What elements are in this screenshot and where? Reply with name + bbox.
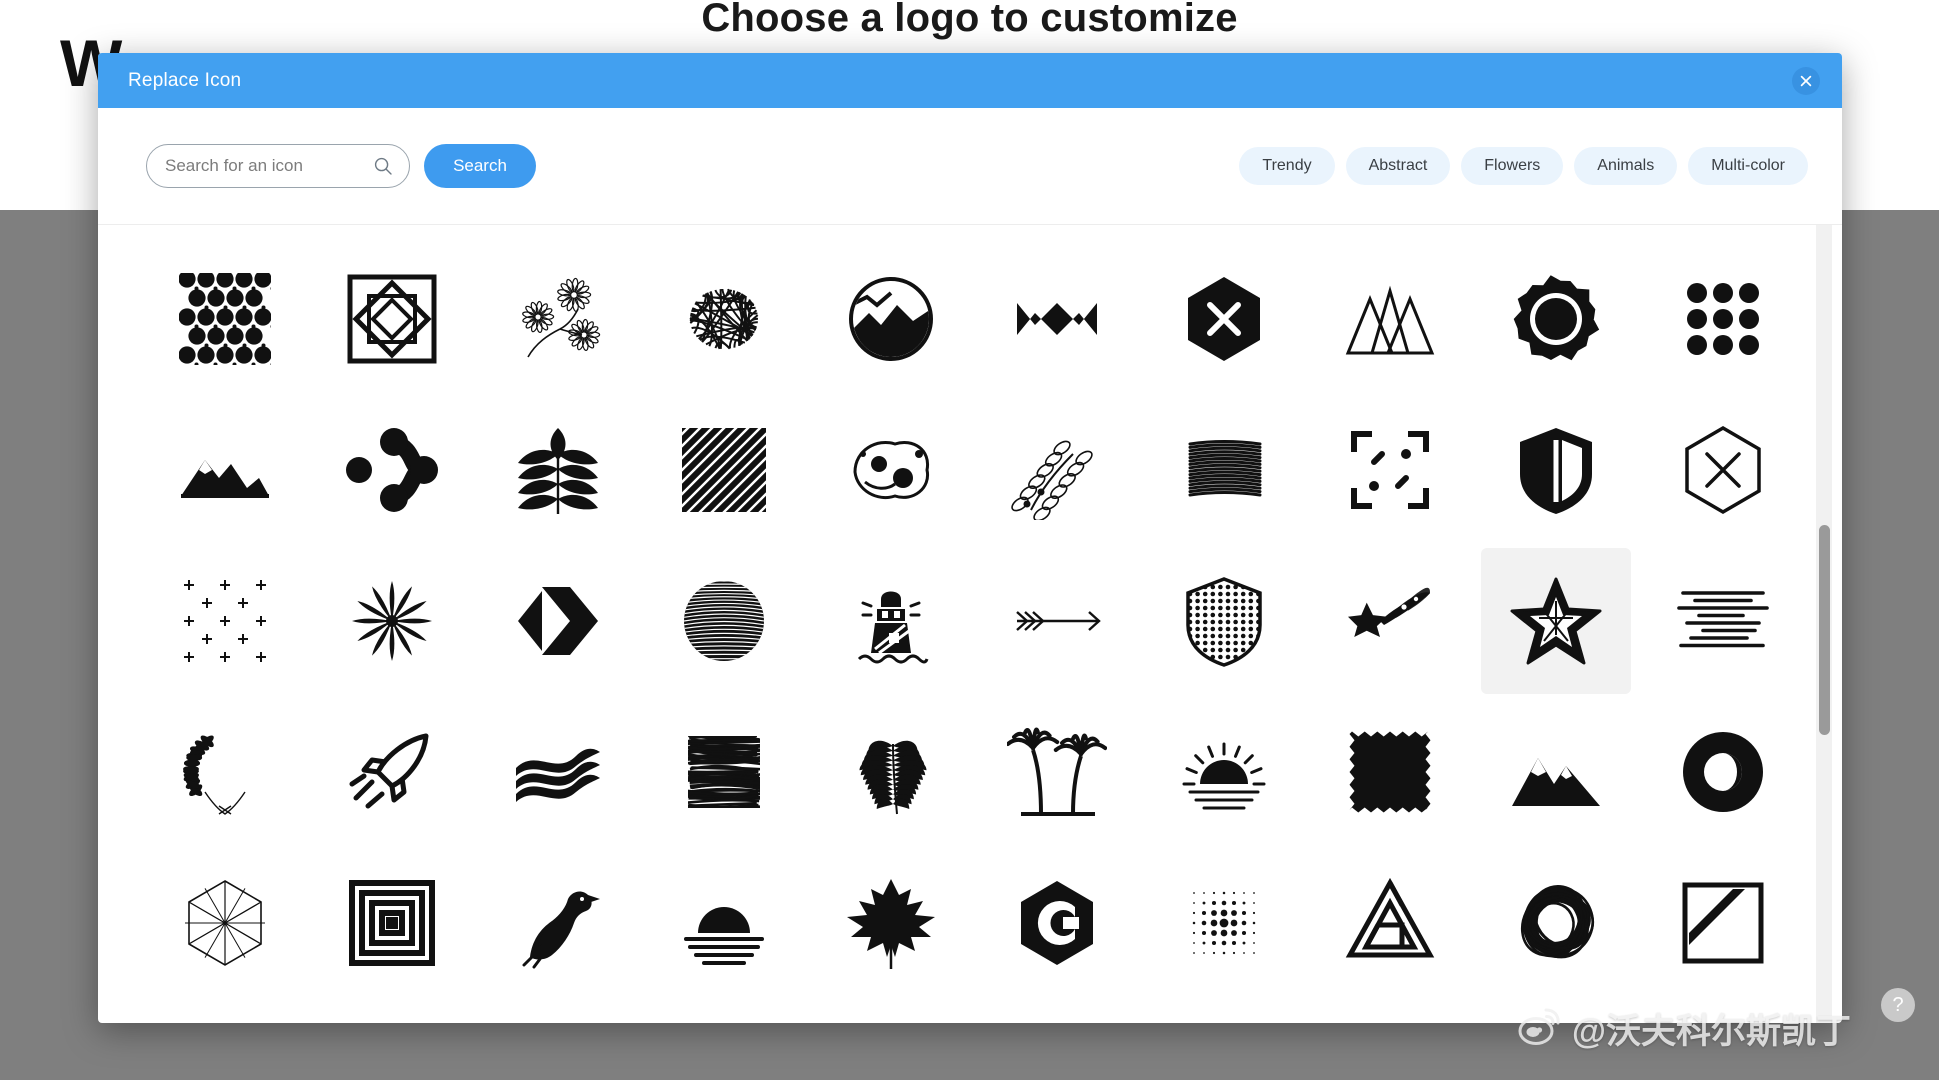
replace-icon-modal: Replace Icon Search for an icon Search T… xyxy=(98,53,1842,1023)
dotted-shield-icon[interactable] xyxy=(1149,548,1299,694)
daisy-sprig-icon[interactable] xyxy=(483,246,633,392)
search-group: Search xyxy=(146,144,536,188)
hexagon-x-icon[interactable] xyxy=(1149,246,1299,392)
shield-split-icon[interactable] xyxy=(1481,397,1631,543)
weibo-icon xyxy=(1518,1006,1562,1051)
search-field[interactable] xyxy=(146,144,410,188)
scrollbar-thumb[interactable] xyxy=(1819,525,1830,735)
halftone-dots-icon[interactable] xyxy=(1149,850,1299,996)
starburst-icon[interactable] xyxy=(317,548,467,694)
watermark-text: @沃夫科尔斯凯丁 xyxy=(1572,1003,1851,1054)
modal-toolbar: Search Trendy Abstract Flowers Animals M… xyxy=(98,108,1842,225)
lighthouse-icon[interactable] xyxy=(816,548,966,694)
category-trendy[interactable]: Trendy xyxy=(1239,147,1334,185)
search-icon[interactable] xyxy=(373,156,393,176)
sunset-lines-icon[interactable] xyxy=(649,850,799,996)
liquid-splash-icon[interactable] xyxy=(816,397,966,543)
category-abstract[interactable]: Abstract xyxy=(1346,147,1451,185)
double-triangle-icon[interactable] xyxy=(1315,246,1465,392)
scribble-tangle-icon[interactable] xyxy=(649,246,799,392)
icon-grid xyxy=(142,243,1806,998)
eagle-icon[interactable] xyxy=(483,850,633,996)
scribble-lines-icon[interactable] xyxy=(1149,397,1299,543)
category-multi-color[interactable]: Multi-color xyxy=(1688,147,1808,185)
scribble-ball-icon[interactable] xyxy=(1481,850,1631,996)
category-animals[interactable]: Animals xyxy=(1574,147,1677,185)
torn-square-icon[interactable] xyxy=(1315,699,1465,845)
dot-pattern-icon[interactable] xyxy=(150,246,300,392)
olive-branch-icon[interactable] xyxy=(982,397,1132,543)
striped-sphere-icon[interactable] xyxy=(649,548,799,694)
mountain-range-icon[interactable] xyxy=(150,397,300,543)
circle-crescent-icon[interactable] xyxy=(1648,699,1798,845)
sunrise-rays-icon[interactable] xyxy=(1149,699,1299,845)
hex-web-icon[interactable] xyxy=(150,850,300,996)
diagonal-stripes-square-icon[interactable] xyxy=(649,397,799,543)
globe-landscape-icon[interactable] xyxy=(816,246,966,392)
sketch-star-icon[interactable] xyxy=(1481,548,1631,694)
scribble-square-icon[interactable] xyxy=(649,699,799,845)
laurel-wreath-icon[interactable] xyxy=(150,699,300,845)
watermark: @沃夫科尔斯凯丁 xyxy=(1518,1003,1851,1054)
nested-squares-icon[interactable] xyxy=(317,246,467,392)
crown-icon[interactable] xyxy=(982,246,1132,392)
plus-grid-icon[interactable] xyxy=(150,548,300,694)
square-diagonal-icon[interactable] xyxy=(1648,850,1798,996)
maple-leaf-icon[interactable] xyxy=(816,850,966,996)
ink-blob-circle-icon[interactable] xyxy=(1481,246,1631,392)
close-icon[interactable] xyxy=(1792,67,1820,95)
category-flowers[interactable]: Flowers xyxy=(1461,147,1563,185)
wave-ribbon-icon[interactable] xyxy=(483,699,633,845)
modal-title: Replace Icon xyxy=(128,70,241,92)
diamond-chevron-icon[interactable] xyxy=(483,548,633,694)
compound-leaf-icon[interactable] xyxy=(483,397,633,543)
bracket-corners-icon[interactable] xyxy=(1315,397,1465,543)
speed-lines-icon[interactable] xyxy=(1648,548,1798,694)
palm-frond-icon[interactable] xyxy=(816,699,966,845)
modal-header: Replace Icon xyxy=(98,53,1842,108)
concentric-squares-icon[interactable] xyxy=(317,850,467,996)
dot-grid-icon[interactable] xyxy=(1648,246,1798,392)
background-heading: Choose a logo to customize xyxy=(0,0,1939,41)
icon-grid-scroll xyxy=(98,225,1842,1023)
molecule-nodes-icon[interactable] xyxy=(317,397,467,543)
penrose-triangle-icon[interactable] xyxy=(1315,850,1465,996)
search-input[interactable] xyxy=(165,156,365,176)
mountain-peaks-icon[interactable] xyxy=(1481,699,1631,845)
help-button[interactable]: ? xyxy=(1881,988,1915,1022)
fletched-arrow-icon[interactable] xyxy=(982,548,1132,694)
palm-trees-icon[interactable] xyxy=(982,699,1132,845)
search-button[interactable]: Search xyxy=(424,144,536,188)
hexagon-outline-x-icon[interactable] xyxy=(1648,397,1798,543)
rocket-icon[interactable] xyxy=(317,699,467,845)
letter-c-hexagon-icon[interactable] xyxy=(982,850,1132,996)
shooting-star-icon[interactable] xyxy=(1315,548,1465,694)
category-filters: Trendy Abstract Flowers Animals Multi-co… xyxy=(1239,147,1808,185)
screen: Choose a logo to customize W Replace Ico… xyxy=(0,0,1939,1080)
